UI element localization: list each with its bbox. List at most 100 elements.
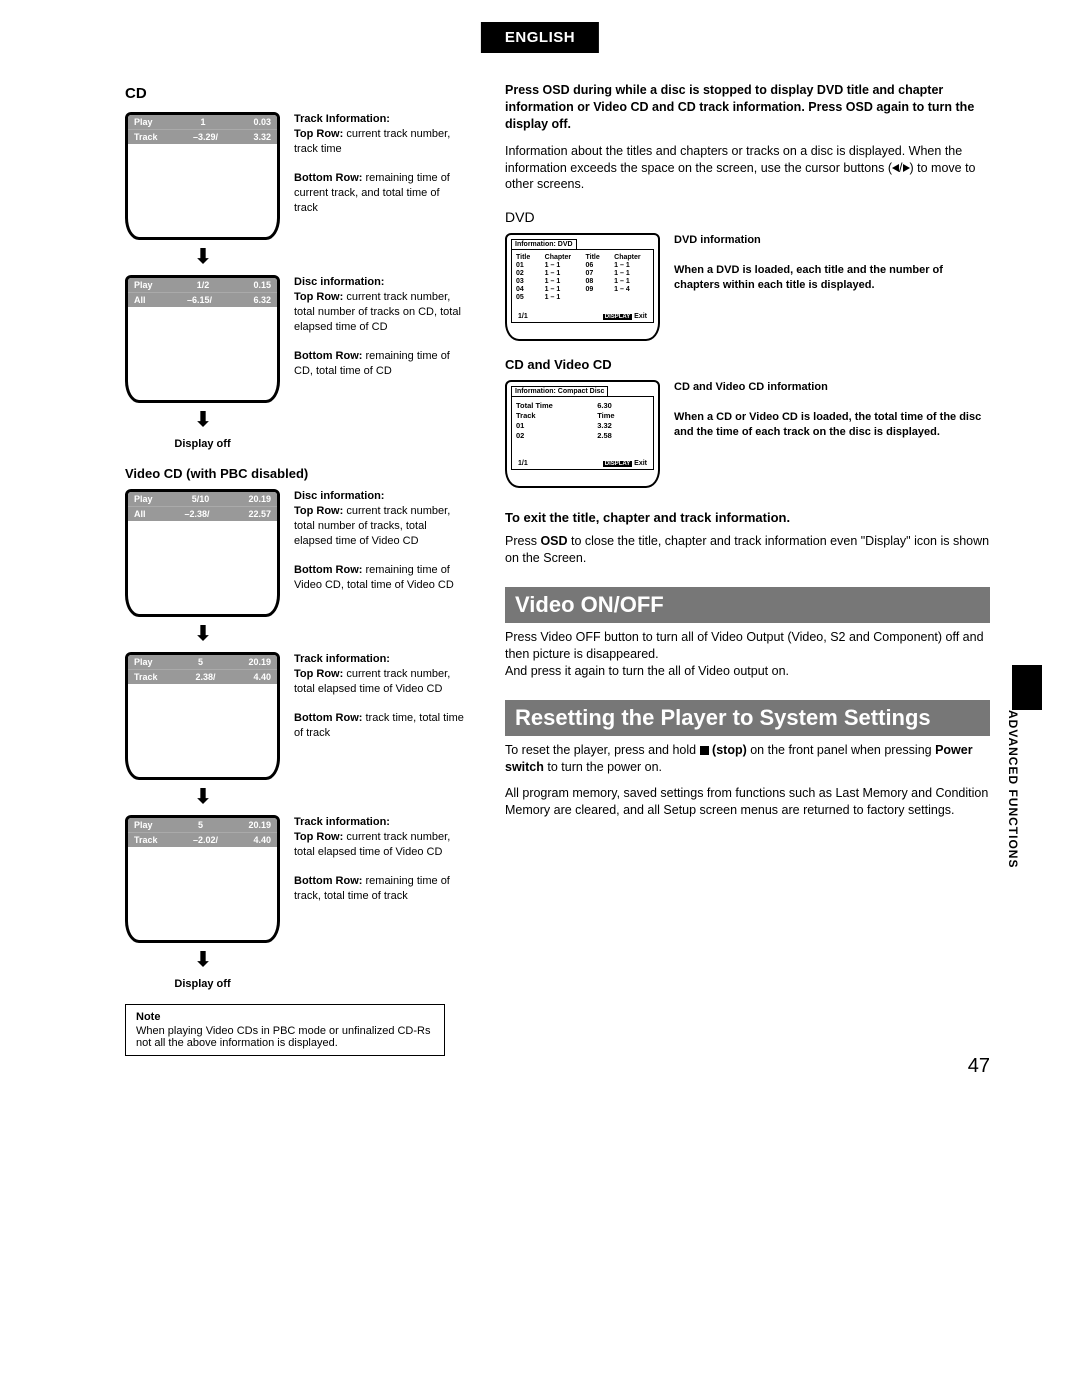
cd-heading: CD — [125, 85, 465, 102]
desc-title: Disc information: — [294, 275, 465, 290]
exit-label: Exit — [634, 460, 647, 467]
down-arrow-icon: ⬇ — [193, 244, 213, 269]
band-cell: –2.02/ — [193, 835, 218, 845]
band-cell: Play — [134, 494, 153, 504]
page-number: 47 — [968, 1055, 990, 1078]
info-tab: Information: DVD — [511, 239, 577, 249]
cd-vcd-info-screen: Information: Compact Disc Total Time6.30… — [505, 380, 660, 488]
osd-label: OSD — [540, 534, 567, 548]
display-button-icon: DISPLAY — [603, 314, 632, 320]
tv-screen-vcd-disc: Play5/1020.19 All–2.38/22.57 — [125, 489, 280, 617]
desc-label: Top Row: — [294, 128, 343, 140]
band-cell: 20.19 — [248, 657, 271, 667]
note-box: Note When playing Video CDs in PBC mode … — [125, 1004, 445, 1056]
side-tab-label: ADVANCED FUNCTIONS — [1006, 710, 1020, 868]
note-label: Note — [136, 1011, 434, 1023]
band-cell: 20.19 — [248, 820, 271, 830]
desc-title: DVD information — [674, 233, 990, 248]
desc-label: Top Row: — [294, 668, 343, 680]
band-cell: 5 — [198, 820, 203, 830]
down-arrow-icon: ⬇ — [193, 947, 213, 972]
side-tab-marker — [1012, 665, 1042, 710]
band-cell: 0.03 — [253, 117, 271, 127]
note-text: When playing Video CDs in PBC mode or un… — [136, 1025, 431, 1049]
band-cell: –3.29/ — [193, 132, 218, 142]
band-cell: Track — [134, 132, 158, 142]
band-cell: 5 — [198, 657, 203, 667]
text: To reset the player, press and hold — [505, 743, 700, 757]
text: to turn the power on. — [544, 760, 662, 774]
reset-body-2: All program memory, saved settings from … — [505, 785, 990, 819]
desc-label: Bottom Row: — [294, 350, 362, 362]
cd-track-table: Total Time6.30TrackTime013.32022.58 — [516, 401, 649, 440]
band-cell: 1/2 — [197, 280, 210, 290]
info-tab: Information: Compact Disc — [511, 386, 608, 396]
band-cell: Track — [134, 835, 158, 845]
band-cell: 4.40 — [253, 835, 271, 845]
desc-title: Track information: — [294, 652, 465, 667]
band-cell: 6.32 — [253, 295, 271, 305]
desc-label: Top Row: — [294, 831, 343, 843]
desc-body: When a DVD is loaded, each title and the… — [674, 263, 990, 293]
band-cell: Play — [134, 280, 153, 290]
right-column: Press OSD during while a disc is stopped… — [505, 82, 990, 1056]
desc-label: Bottom Row: — [294, 172, 362, 184]
desc-title: Track Information: — [294, 112, 465, 127]
band-cell: All — [134, 509, 146, 519]
band-cell: Play — [134, 657, 153, 667]
desc-title: CD and Video CD information — [674, 380, 990, 395]
down-arrow-icon: ⬇ — [193, 407, 213, 432]
desc-label: Top Row: — [294, 291, 343, 303]
desc-label: Bottom Row: — [294, 875, 362, 887]
dvd-description: DVD information When a DVD is loaded, ea… — [674, 233, 990, 292]
cursor-right-icon — [903, 164, 910, 172]
dvd-title-chapter-table: TitleChapterTitleChapter011 – 1061 – 102… — [516, 254, 649, 301]
desc-label: Top Row: — [294, 505, 343, 517]
band-cell: –2.38/ — [184, 509, 209, 519]
left-column: CD Play 1 0.03 Track –3.29/3.32 Track Infor… — [125, 82, 465, 1056]
desc-label: Bottom Row: — [294, 712, 362, 724]
manual-page: ENGLISH ADVANCED FUNCTIONS CD Play 1 0.03 … — [0, 0, 1080, 1096]
vcd3-description: Track information: Top Row: current trac… — [294, 815, 465, 904]
cd2-description: Disc information: Top Row: current track… — [294, 275, 465, 379]
vcd2-description: Track information: Top Row: current trac… — [294, 652, 465, 741]
display-off-label: Display off — [125, 438, 280, 450]
band-cell: –6.15/ — [187, 295, 212, 305]
video-onoff-body: Press Video OFF button to turn all of Vi… — [505, 629, 990, 680]
cd-vcd-description: CD and Video CD information When a CD or… — [674, 380, 990, 439]
desc-label: Bottom Row: — [294, 564, 362, 576]
dvd-info-screen: Information: DVD TitleChapterTitleChapte… — [505, 233, 660, 341]
vcd-heading: Video CD (with PBC disabled) — [125, 466, 465, 481]
display-button-icon: DISPLAY — [603, 461, 632, 467]
tv-screen-cd-disc: Play 1/2 0.15 All –6.15/6.32 — [125, 275, 280, 403]
band-cell: 20.19 — [248, 494, 271, 504]
language-badge: ENGLISH — [481, 22, 599, 53]
vcd1-description: Disc information: Top Row: current track… — [294, 489, 465, 593]
page-indicator: 1/1 — [518, 313, 528, 320]
video-onoff-heading: Video ON/OFF — [505, 587, 990, 623]
text: on the front panel when pressing — [747, 743, 935, 757]
exit-label: Exit — [634, 313, 647, 320]
stop-icon — [700, 746, 709, 755]
display-off-label: Display off — [125, 978, 280, 990]
intro-body: Information about the titles and chapter… — [505, 143, 990, 194]
reset-body-1: To reset the player, press and hold (sto… — [505, 742, 990, 776]
stop-label: (stop) — [709, 743, 747, 757]
desc-title: Disc information: — [294, 489, 465, 504]
band-cell: Track — [134, 672, 158, 682]
band-cell: 2.38/ — [195, 672, 215, 682]
band-cell: 1 — [200, 117, 205, 127]
reset-heading: Resetting the Player to System Settings — [505, 700, 990, 736]
text: to close the title, chapter and track in… — [505, 534, 989, 565]
text: Press — [505, 534, 540, 548]
dvd-heading: DVD — [505, 209, 990, 225]
cd1-description: Track Information: Top Row: current trac… — [294, 112, 465, 216]
band-cell: 0.15 — [253, 280, 271, 290]
exit-heading: To exit the title, chapter and track inf… — [505, 510, 990, 525]
desc-title: Track information: — [294, 815, 465, 830]
page-indicator: 1/1 — [518, 460, 528, 467]
band-cell: 3.32 — [253, 132, 271, 142]
tv-screen-cd-track: Play10.03 Track–3.29/3.32 — [125, 112, 280, 240]
tv-screen-vcd-track2: Play520.19 Track–2.02/4.40 — [125, 815, 280, 943]
band-cell: All — [134, 295, 146, 305]
